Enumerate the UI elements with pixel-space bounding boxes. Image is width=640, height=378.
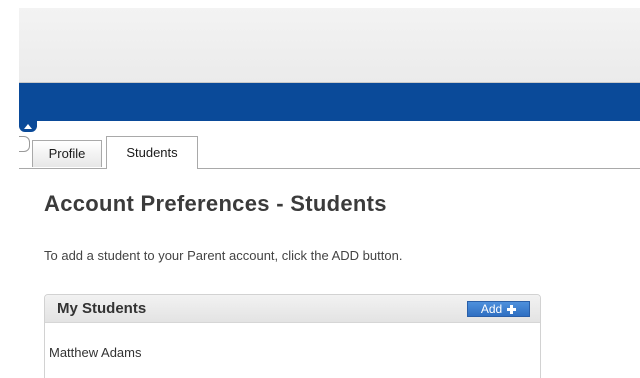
navigation-bar — [19, 83, 640, 121]
edge-handle-icon — [19, 136, 30, 152]
page: Profile Students Account Preferences - S… — [0, 0, 640, 378]
my-students-panel: My Students Add Matthew Adams — [44, 294, 541, 378]
student-list-item[interactable]: Matthew Adams — [49, 345, 142, 360]
chevron-up-icon — [24, 124, 32, 129]
tab-strip: Profile Students — [19, 136, 640, 169]
panel-header: My Students Add — [45, 295, 540, 323]
tab-profile[interactable]: Profile — [32, 140, 102, 167]
add-student-button[interactable]: Add — [467, 301, 530, 317]
instruction-text: To add a student to your Parent account,… — [44, 248, 403, 263]
add-button-label: Add — [480, 302, 503, 316]
panel-title: My Students — [57, 300, 147, 317]
plus-icon — [507, 304, 517, 314]
tab-students[interactable]: Students — [106, 136, 198, 169]
top-header — [19, 8, 640, 83]
page-title: Account Preferences - Students — [44, 191, 387, 216]
collapse-toggle-button[interactable] — [19, 121, 37, 132]
